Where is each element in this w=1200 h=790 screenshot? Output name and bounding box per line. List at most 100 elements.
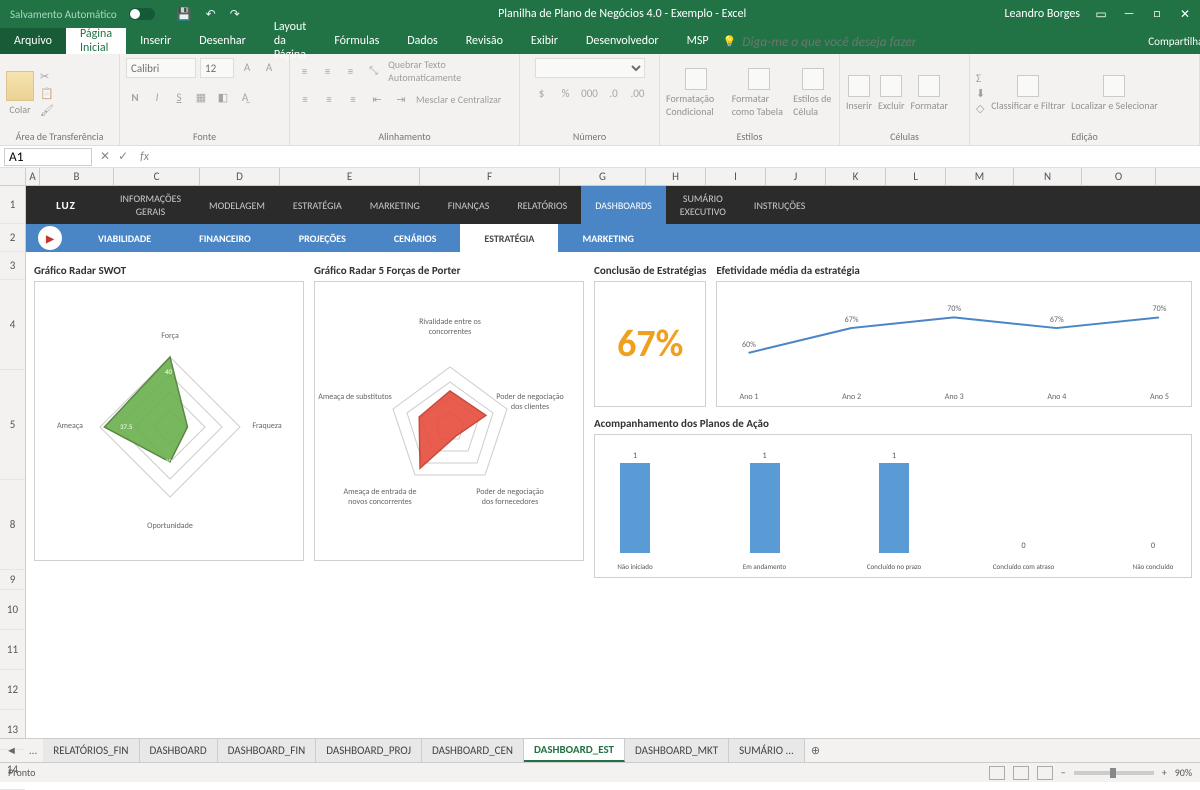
italic-icon[interactable]: I [148,88,166,106]
increase-font-icon[interactable]: A [238,58,256,76]
inc-decimal-icon[interactable]: .0 [605,84,623,102]
topnav-item[interactable]: MODELAGEM [195,186,279,224]
number-format-select[interactable] [535,58,645,78]
tab-msp[interactable]: MSP [673,28,723,54]
orientation-icon[interactable]: ⤡ [365,62,382,80]
align-right-icon[interactable]: ≡ [344,90,362,108]
col-header[interactable]: M [946,168,1014,185]
redo-icon[interactable]: ↷ [230,7,240,22]
subnav-item[interactable]: VIABILIDADE [74,224,175,252]
font-color-icon[interactable]: A̲ [236,88,254,106]
fill-icon[interactable]: ⬇ [976,87,985,100]
row-header[interactable]: 5 [0,370,25,480]
col-header[interactable]: E [280,168,420,185]
enter-formula-icon[interactable]: ✓ [118,149,128,164]
minimize-icon[interactable]: — [1122,7,1136,21]
sheet-tab[interactable]: DASHBOARD_FIN [218,739,317,762]
row-header[interactable]: 3 [0,252,25,280]
row-header[interactable]: 9 [0,570,25,590]
col-header[interactable]: F [420,168,560,185]
row-header[interactable]: 4 [0,280,25,370]
undo-icon[interactable]: ↶ [206,7,216,22]
close-icon[interactable]: ✕ [1178,7,1192,22]
paste-button[interactable]: Colar [6,71,34,116]
format-table-button[interactable]: Formatar como Tabela [732,68,787,118]
user-name[interactable]: Leandro Borges [1005,7,1081,21]
col-header[interactable]: L [886,168,946,185]
format-cells-button[interactable]: Formatar [911,75,948,112]
new-sheet-icon[interactable]: ⊕ [805,744,826,757]
topnav-item[interactable]: RELATÓRIOS [503,186,581,224]
row-header[interactable]: 12 [0,670,25,710]
col-header[interactable]: O [1082,168,1156,185]
copy-icon[interactable]: 📋 [40,87,54,100]
ribbon-options-icon[interactable]: ▭ [1094,7,1108,22]
font-size-select[interactable] [200,58,234,78]
maximize-icon[interactable]: □ [1150,7,1164,21]
col-header[interactable]: N [1014,168,1082,185]
col-header[interactable]: A [26,168,40,185]
bar-chart[interactable]: 1Não iniciado1Em andamento1Concluído no … [594,434,1192,578]
row-header[interactable]: 1 [0,186,25,224]
row-header[interactable]: 10 [0,590,25,630]
tab-página-inicial[interactable]: Página Inicial [66,28,126,54]
name-box[interactable] [4,148,92,166]
tab-scroll-more[interactable]: ... [23,744,43,757]
align-mid-icon[interactable]: ≡ [319,62,336,80]
tab-fórmulas[interactable]: Fórmulas [320,28,393,54]
col-header[interactable]: D [200,168,280,185]
sheet-tab[interactable]: SUMÁRIO ... [729,739,805,762]
font-name-select[interactable] [126,58,196,78]
sheet-tab[interactable]: DASHBOARD [140,739,218,762]
sheet-tab[interactable]: DASHBOARD_CEN [422,739,524,762]
worksheet-area[interactable]: LUZ INFORMAÇÕESGERAISMODELAGEMESTRATÉGIA… [26,186,1200,738]
subnav-item[interactable]: PROJEÇÕES [275,224,370,252]
percent-icon[interactable]: % [557,84,575,102]
tab-scroll-left-icon[interactable]: ◄ [0,744,23,757]
topnav-item[interactable]: INFORMAÇÕESGERAIS [106,186,195,224]
clear-icon[interactable]: ◇ [976,102,985,115]
indent-inc-icon[interactable]: ⇥ [392,90,410,108]
currency-icon[interactable]: $ [533,84,551,102]
indent-dec-icon[interactable]: ⇤ [368,90,386,108]
topnav-item[interactable]: FINANÇAS [434,186,504,224]
row-header[interactable]: 11 [0,630,25,670]
tab-exibir[interactable]: Exibir [517,28,572,54]
tab-layout-da-página[interactable]: Layout da Página [260,28,321,54]
topnav-item[interactable]: SUMÁRIOEXECUTIVO [666,186,740,224]
radar-swot-chart[interactable]: Força40Fraqueza10Oportunidade20Ameaça37.… [34,281,304,561]
sheet-tab[interactable]: DASHBOARD_MKT [625,739,729,762]
conditional-format-button[interactable]: Formatação Condicional [666,68,726,118]
sheet-tab[interactable]: DASHBOARD_PROJ [316,739,422,762]
subnav-item[interactable]: MARKETING [558,224,657,252]
subnav-item[interactable]: FINANCEIRO [175,224,275,252]
topnav-item[interactable]: MARKETING [356,186,434,224]
sheet-tab[interactable]: RELATÓRIOS_FIN [43,739,139,762]
topnav-item[interactable]: INSTRUÇÕES [740,186,819,224]
col-header[interactable]: B [40,168,114,185]
decrease-font-icon[interactable]: A [260,58,278,76]
topnav-item[interactable]: DASHBOARDS [581,186,666,224]
select-all-corner[interactable] [0,168,26,185]
sheet-tab[interactable]: DASHBOARD_EST [524,739,625,762]
col-header[interactable]: H [646,168,706,185]
sort-filter-button[interactable]: Classificar e Filtrar [991,75,1065,112]
radar-porter-chart[interactable]: Rivalidade entre os concorrentesPoder de… [314,281,584,561]
formula-input[interactable] [153,148,1200,166]
col-header[interactable]: G [560,168,646,185]
wrap-text-button[interactable]: Quebrar Texto Automaticamente [388,58,513,84]
cut-icon[interactable]: ✂ [40,70,54,83]
cancel-formula-icon[interactable]: ✕ [100,149,110,164]
line-chart[interactable]: 60%Ano 167%Ano 270%Ano 367%Ano 470%Ano 5 [716,281,1192,407]
align-bot-icon[interactable]: ≡ [342,62,359,80]
tell-me-input[interactable] [742,33,922,50]
autosum-icon[interactable]: Σ [976,72,985,85]
fx-icon[interactable]: fx [136,150,153,164]
topnav-item[interactable]: ESTRATÉGIA [279,186,356,224]
merge-button[interactable]: Mesclar e Centralizar [416,93,501,106]
border-icon[interactable]: ▦ [192,88,210,106]
tab-inserir[interactable]: Inserir [126,28,185,54]
tab-dados[interactable]: Dados [393,28,451,54]
underline-icon[interactable]: S [170,88,188,106]
save-icon[interactable]: 💾 [177,7,192,22]
